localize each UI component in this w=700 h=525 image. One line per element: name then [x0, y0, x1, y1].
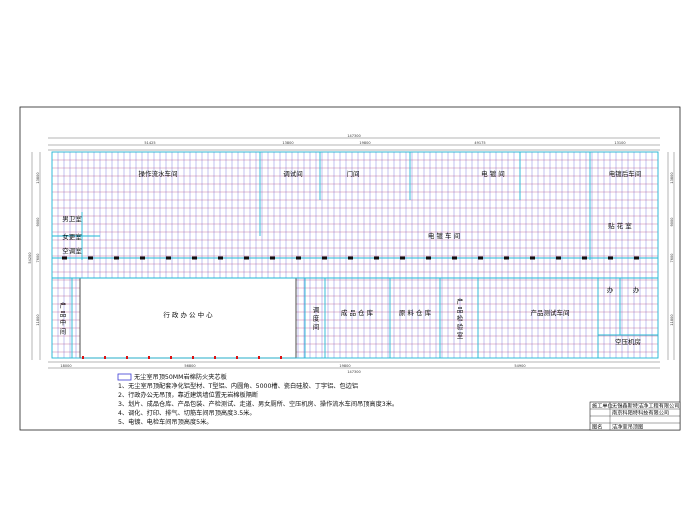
room-label-raw-material: 原 料 仓 库: [399, 308, 432, 317]
note-5: 5、电镀、电检车间吊顶高度5米。: [118, 418, 213, 426]
room-label-storage: 空调室: [62, 246, 82, 255]
rail-mark: [166, 256, 171, 260]
note-4: 4、调化、打印、排气、切筋车间吊顶高度3.5米。: [118, 409, 256, 417]
rail-mark: [634, 256, 639, 260]
right-dim-3: 7600: [670, 254, 674, 263]
rail-mark: [478, 256, 483, 260]
note-1: 1、无尘室吊顶配套净化铝型材、T型铝、内圆角、5000槽、瓷白硅胶、丁字铝、包边…: [118, 382, 358, 390]
rail-mark: [270, 256, 275, 260]
title-block: 施工单位 无锡鑫斯特洁净工程有限公司 南京科陌特科技有限公司 图名 洁净室吊顶图: [589, 402, 681, 431]
red-marker: [126, 356, 128, 359]
room-label-small-b: 办: [633, 285, 640, 294]
rail-mark: [426, 256, 431, 260]
room-label-electroplate-right: 电镀后车间: [609, 169, 642, 178]
title-block-value-2: 南京科陌特科技有限公司: [612, 409, 669, 417]
note-2: 2、行政办公无吊顶，靠近建筑墙位置无岩棉板隔断: [118, 391, 258, 399]
room-label-plating: 电 镀 车 间: [428, 231, 460, 240]
ceiling-plan-drawing: 147300 51425 13800 19800 49175 13100 147…: [19, 106, 681, 431]
rail-mark: [452, 256, 457, 260]
red-marker: [148, 356, 150, 359]
red-marker: [214, 356, 216, 359]
left-dim-4: 11800: [36, 314, 40, 325]
legend-swatch: [117, 373, 132, 381]
red-marker: [258, 356, 260, 359]
top-dim-3: 19800: [359, 141, 370, 145]
top-dim-1: 51425: [144, 141, 155, 145]
bottom-dim-2: 56800: [184, 364, 195, 368]
room-label-finished-goods: 成 品 仓 库: [341, 308, 374, 317]
left-dim-2: 9000: [36, 218, 40, 227]
room-label-assembly-line: 操作流水车间: [139, 169, 178, 178]
overall-width-dimension-bottom: 147300: [347, 370, 360, 374]
sheet-frame: [19, 106, 681, 431]
room-label-small-a: 办: [607, 285, 614, 294]
red-marker: [192, 356, 194, 359]
room-label-product-check: 产 品 检 验 室: [455, 296, 463, 338]
room-label-product-store: 产 品 中 间: [58, 301, 66, 336]
red-marker: [280, 356, 282, 359]
rail-mark: [504, 256, 509, 260]
rail-mark: [556, 256, 561, 260]
top-dim-4: 49175: [474, 141, 485, 145]
room-label-electrolysis: 电 镀 间: [481, 169, 505, 178]
rail-mark: [192, 256, 197, 260]
rail-mark: [88, 256, 93, 260]
rail-mark: [348, 256, 353, 260]
room-label-changing: 女更室: [62, 232, 82, 241]
room-label-office: 行 政 办 公 中 心: [163, 310, 213, 319]
title-block-value-1: 无锡鑫斯特洁净工程有限公司: [612, 402, 679, 410]
top-dim-2: 13800: [282, 141, 293, 145]
rail-mark: [62, 256, 67, 260]
top-dim-5: 13100: [614, 141, 625, 145]
room-label-male-wc: 男卫室: [62, 214, 82, 223]
left-dim-1: 13800: [36, 172, 40, 183]
rail-mark: [244, 256, 249, 260]
room-label-grind: 调试间: [283, 169, 303, 178]
rail-mark: [140, 256, 145, 260]
rail-mark: [400, 256, 405, 260]
overall-height-dimension: 54200: [28, 252, 32, 263]
bottom-dim-3: 19800: [339, 364, 350, 368]
rail-mark: [296, 256, 301, 260]
room-label-emboss: 贴 花 室: [608, 221, 632, 230]
rail-mark: [608, 256, 613, 260]
room-label-air-room: 空压机房: [615, 337, 641, 346]
overall-width-dimension: 147300: [347, 134, 360, 138]
title-block-label-4: 图名: [592, 423, 602, 431]
rail-mark: [374, 256, 379, 260]
bottom-dim-1: 18000: [60, 364, 71, 368]
rail-mark: [218, 256, 223, 260]
legend-item: 无尘室吊顶50MM岩棉防火夹芯板: [134, 373, 227, 381]
rail-mark: [582, 256, 587, 260]
title-block-label-1: 施工单位: [592, 402, 613, 410]
note-3: 3、划片、成品仓库、产品包装、产检测试、走道、男女厕所、空压机房、操作流水车间吊…: [118, 400, 398, 408]
red-marker: [170, 356, 172, 359]
red-marker: [104, 356, 106, 359]
room-label-gate: 门间: [347, 169, 360, 178]
bottom-dim-4: 54900: [514, 364, 525, 368]
room-label-product-test: 产品测试车间: [531, 308, 570, 317]
right-dim-2: 9000: [670, 218, 674, 227]
rail-mark: [322, 256, 327, 260]
rail-mark: [530, 256, 535, 260]
left-dim-3: 7600: [36, 254, 40, 263]
right-dim-4: 11800: [670, 314, 674, 325]
right-dim-1: 13800: [670, 172, 674, 183]
room-label-dispatch: 调 度 间: [311, 305, 319, 331]
red-marker: [236, 356, 238, 359]
rail-mark: [114, 256, 119, 260]
red-marker: [82, 356, 84, 359]
title-block-value-4: 洁净室吊顶图: [612, 423, 643, 431]
